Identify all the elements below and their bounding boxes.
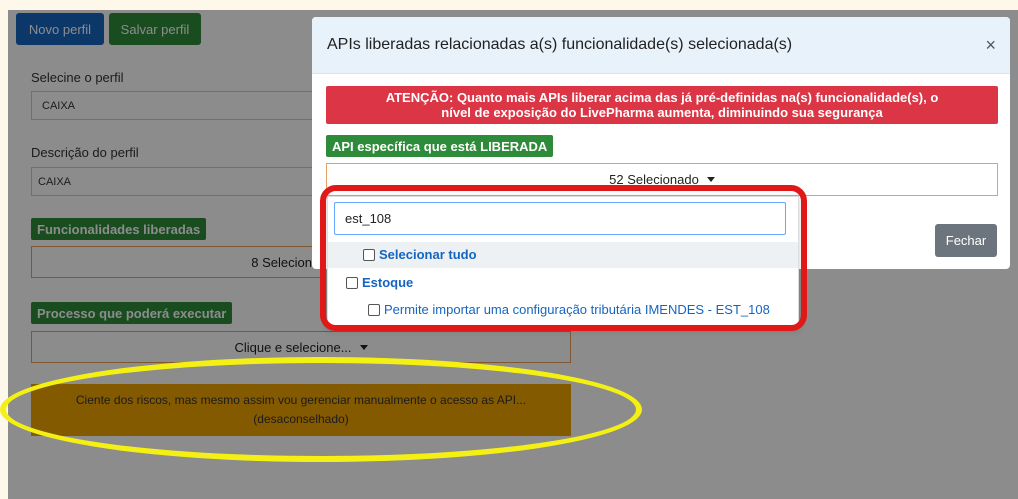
modal-title: APIs liberadas relacionadas a(s) funcion… — [327, 36, 793, 53]
api-liberated-badge: API específica que está LIBERADA — [326, 135, 554, 157]
alert-line-1: ATENÇÃO: Quanto mais APIs liberar acima … — [385, 90, 939, 105]
alert-line-2: nível de exposição do LivePharma aumenta… — [441, 105, 883, 120]
red-highlight-annotation — [320, 185, 807, 331]
chevron-down-icon — [706, 177, 715, 182]
yellow-circle-annotation — [0, 357, 642, 462]
modal-header: APIs liberadas relacionadas a(s) funcion… — [312, 17, 1010, 74]
close-icon[interactable]: × — [985, 35, 996, 56]
close-button[interactable]: Fechar — [935, 224, 997, 257]
security-alert: ATENÇÃO: Quanto mais APIs liberar acima … — [326, 86, 998, 124]
